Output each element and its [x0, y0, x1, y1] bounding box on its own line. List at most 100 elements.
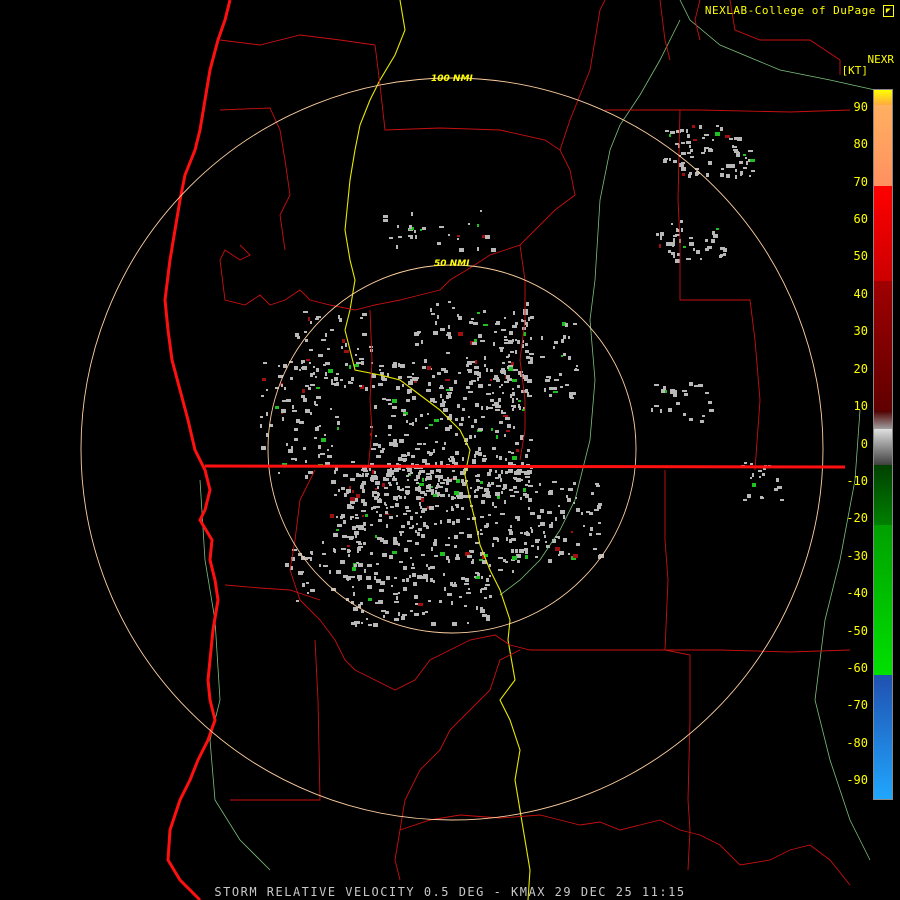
- echo-pixel: [461, 417, 464, 421]
- echo-pixel: [711, 239, 715, 243]
- echo-pixel: [682, 173, 685, 176]
- echo-pixel: [393, 541, 398, 545]
- echo-pixel: [490, 369, 493, 372]
- echo-pixel: [302, 389, 305, 393]
- echo-pixel: [517, 340, 520, 344]
- echo-pixel: [501, 491, 503, 494]
- echo-pixel: [421, 534, 425, 538]
- echo-pixel: [780, 499, 784, 501]
- colorbar-tick: -20: [846, 511, 868, 526]
- echo-pixel: [686, 141, 691, 144]
- echo-pixel: [571, 531, 573, 533]
- echo-pixel: [407, 540, 412, 542]
- echo-pixel: [596, 533, 601, 535]
- echo-pixel: [422, 366, 426, 369]
- echo-pixel: [445, 488, 448, 492]
- echo-pixel: [731, 164, 735, 168]
- echo-pixel: [486, 495, 491, 498]
- echo-pixel: [316, 368, 319, 372]
- echo-pixel: [496, 435, 498, 439]
- echo-pixel: [687, 152, 691, 154]
- echo-pixel: [322, 541, 324, 544]
- echo-pixel: [467, 518, 470, 520]
- echo-pixel: [421, 498, 424, 502]
- echo-pixel: [328, 369, 333, 373]
- echo-pixel: [568, 488, 573, 491]
- echo-pixel: [414, 377, 419, 379]
- echo-pixel: [368, 598, 372, 601]
- echo-pixel: [407, 452, 410, 456]
- echo-pixel: [310, 384, 315, 386]
- echo-pixel: [669, 158, 671, 161]
- echo-pixel: [408, 473, 410, 475]
- echo-pixel: [459, 423, 463, 426]
- echo-pixel: [530, 316, 534, 319]
- echo-pixel: [512, 392, 515, 396]
- echo-pixel: [498, 398, 501, 402]
- echo-pixel: [525, 484, 528, 486]
- echo-pixel: [553, 391, 558, 393]
- echo-pixel: [371, 507, 373, 510]
- echo-pixel: [329, 570, 331, 574]
- echo-pixel: [510, 394, 512, 398]
- echo-pixel: [416, 523, 418, 525]
- echo-pixel: [464, 605, 467, 607]
- echo-pixel: [479, 375, 481, 378]
- echo-pixel: [366, 618, 368, 620]
- echo-pixel: [388, 434, 391, 436]
- echo-pixel: [412, 525, 414, 528]
- echo-pixel: [394, 618, 399, 621]
- echo-pixel: [415, 418, 417, 422]
- echo-pixel: [393, 593, 398, 595]
- echo-pixel: [488, 407, 493, 409]
- echo-pixel: [720, 173, 724, 177]
- echo-pixel: [379, 514, 382, 517]
- echo-pixel: [412, 422, 414, 426]
- echo-pixel: [460, 495, 463, 499]
- colorbar-tick: -60: [846, 661, 868, 676]
- echo-pixel: [411, 455, 415, 458]
- echo-pixel: [396, 596, 398, 600]
- echo-pixel: [489, 564, 491, 567]
- echo-pixel: [318, 454, 320, 458]
- colorbar-band: [874, 105, 892, 186]
- echo-pixel: [443, 573, 445, 576]
- echo-pixel: [689, 237, 693, 239]
- echo-pixel: [430, 578, 433, 582]
- echo-pixel: [362, 313, 367, 316]
- echo-pixel: [474, 419, 477, 423]
- echo-pixel: [483, 310, 486, 313]
- echo-pixel: [374, 572, 378, 575]
- echo-pixel: [523, 375, 528, 378]
- echo-pixel: [516, 470, 518, 473]
- echo-pixel: [410, 610, 413, 612]
- echo-pixel: [304, 331, 307, 333]
- echo-pixel: [463, 397, 467, 400]
- echo-pixel: [337, 427, 339, 430]
- echo-pixel: [303, 311, 308, 313]
- echo-pixel: [278, 472, 280, 474]
- echo-pixel: [745, 157, 747, 159]
- echo-pixel: [498, 569, 503, 571]
- echo-pixel: [492, 543, 494, 547]
- radial-artifact: [204, 464, 846, 469]
- echo-pixel: [398, 457, 402, 461]
- echo-pixel: [357, 348, 359, 350]
- echo-pixel: [525, 454, 528, 458]
- echo-pixel: [296, 419, 300, 423]
- echo-pixel: [528, 507, 530, 510]
- echo-pixel: [474, 490, 476, 493]
- echo-pixel: [366, 576, 371, 580]
- echo-pixel: [421, 340, 423, 344]
- echo-pixel: [417, 443, 422, 445]
- echo-pixel: [342, 339, 345, 343]
- echo-pixel: [501, 384, 503, 386]
- echo-pixel: [419, 502, 421, 506]
- echo-pixel: [750, 463, 753, 465]
- echo-pixel: [379, 369, 381, 371]
- echo-pixel: [361, 469, 366, 471]
- echo-pixel: [660, 236, 662, 240]
- echo-pixel: [285, 563, 289, 567]
- echo-pixel: [459, 248, 464, 252]
- echo-pixel: [376, 455, 381, 458]
